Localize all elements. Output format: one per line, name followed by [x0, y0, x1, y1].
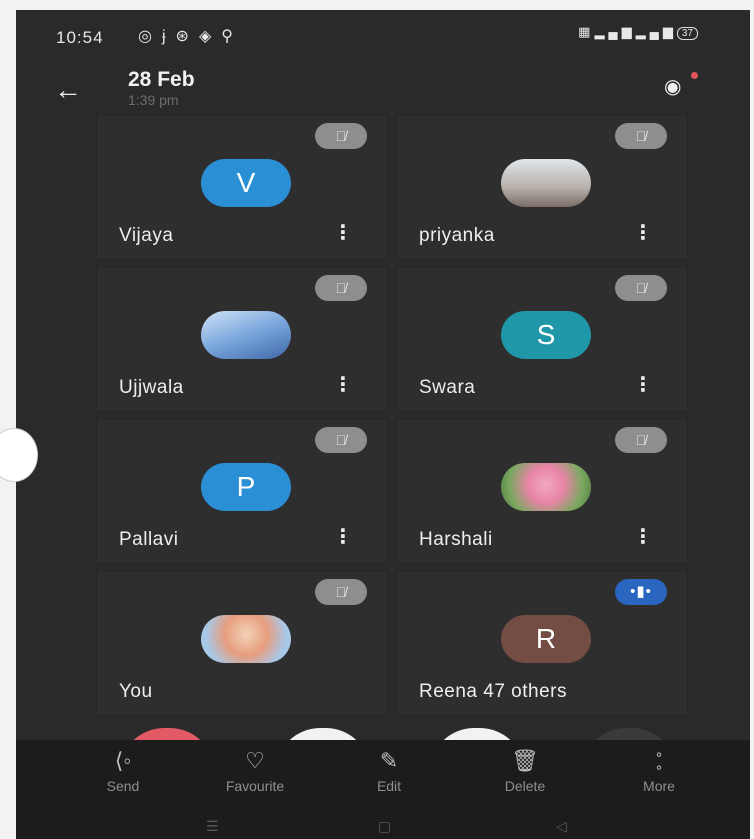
more-options-icon[interactable]: ⋮: [333, 220, 353, 245]
avatar: V: [201, 159, 291, 207]
participant-tile[interactable]: •▮• R Reena 47 others: [396, 570, 688, 716]
participant-name: priyanka: [419, 225, 495, 246]
participant-tile[interactable]: 🎙̸ V Vijaya ⋮: [96, 114, 388, 260]
mic-muted-icon: 🎙̸: [615, 123, 667, 149]
screenshot-time: 1:39 pm: [128, 92, 179, 108]
participant-tile[interactable]: 🎙̸ You: [96, 570, 388, 716]
participant-name: Pallavi: [119, 529, 179, 550]
participant-name: Reena 47 others: [419, 681, 567, 702]
mic-muted-icon: 🎙̸: [615, 427, 667, 453]
accessibility-icon: ⚲: [221, 28, 243, 45]
avatar: [201, 311, 291, 359]
delete-label: Delete: [504, 778, 546, 794]
camera-effects-icon[interactable]: ◉: [664, 72, 698, 98]
speaking-indicator-icon: •▮•: [615, 579, 667, 605]
signal-4g-icon: ▂▄▆: [594, 24, 636, 39]
bottom-action-bar: ⟨◦ Send ♡ Favourite ✎ Edit 🗑 Delete ∘ ∘ M…: [16, 740, 750, 839]
screenshot-date: 28 Feb: [128, 68, 195, 91]
participant-name: Ujjwala: [119, 377, 184, 398]
whatsapp-icon: ◎: [138, 28, 162, 45]
edit-label: Edit: [376, 778, 402, 794]
network-icon: ⊛: [175, 28, 199, 45]
delete-button[interactable]: 🗑 Delete: [470, 748, 580, 794]
volte-icon: ▦: [578, 24, 595, 39]
avatar: [501, 159, 591, 207]
more-dots-icon: ∘ ∘: [654, 746, 664, 775]
participant-tile[interactable]: 🎙̸ Ujjwala ⋮: [96, 266, 388, 412]
participant-tile[interactable]: 🎙̸ S Swara ⋮: [396, 266, 688, 412]
participant-name: Harshali: [419, 529, 493, 550]
participant-tile[interactable]: 🎙̸ Harshali ⋮: [396, 418, 688, 564]
send-label: Send: [106, 778, 140, 794]
participant-name: Vijaya: [119, 225, 174, 246]
signal-icon: ▂▄▆: [635, 24, 677, 39]
status-notification-icons: ◎ɉ⊛◈⚲: [138, 26, 243, 46]
back-arrow-icon[interactable]: ←: [54, 74, 82, 106]
favourite-label: Favourite: [225, 778, 285, 794]
top-app-bar: ← 28 Feb 1:39 pm ◉: [16, 66, 750, 116]
avatar: [501, 463, 591, 511]
heart-icon: ♡: [245, 748, 265, 773]
participant-tile[interactable]: 🎙̸ P Pallavi ⋮: [96, 418, 388, 564]
more-options-icon[interactable]: ⋮: [333, 372, 353, 397]
back-nav-icon[interactable]: ◁: [556, 818, 567, 835]
mic-muted-icon: 🎙̸: [615, 275, 667, 301]
mic-muted-icon: 🎙̸: [315, 123, 367, 149]
mic-muted-icon: 🎙̸: [315, 579, 367, 605]
edit-button[interactable]: ✎ Edit: [334, 748, 444, 794]
recents-icon[interactable]: ☰: [206, 818, 219, 835]
mic-muted-icon: 🎙̸: [315, 427, 367, 453]
system-navigation-bar: ☰ ▢ ◁: [16, 818, 750, 839]
more-options-icon[interactable]: ⋮: [333, 524, 353, 549]
more-button[interactable]: ∘ ∘ More: [604, 746, 714, 794]
participant-name: Swara: [419, 377, 476, 398]
avatar: P: [201, 463, 291, 511]
participant-name: You: [119, 681, 153, 702]
edit-icon: ✎: [379, 748, 399, 773]
phone-screen: 10:54 ◎ɉ⊛◈⚲ ▦▂▄▆▂▄▆ 37 ← 28 Feb 1:39 pm ◉…: [16, 10, 750, 839]
avatar: S: [501, 311, 591, 359]
more-options-icon[interactable]: ⋮: [633, 220, 653, 245]
home-icon[interactable]: ▢: [378, 818, 391, 835]
more-options-icon[interactable]: ⋮: [633, 372, 653, 397]
trash-icon: 🗑: [511, 748, 539, 773]
more-options-icon[interactable]: ⋮: [633, 524, 653, 549]
status-time: 10:54: [56, 28, 104, 47]
share-icon: ⟨◦: [114, 748, 132, 773]
jio-icon: ɉ: [161, 28, 176, 45]
mic-muted-icon: 🎙̸: [315, 275, 367, 301]
avatar: R: [501, 615, 591, 663]
more-label: More: [643, 778, 675, 794]
send-button[interactable]: ⟨◦ Send: [68, 748, 178, 794]
participant-tile[interactable]: 🎙̸ priyanka ⋮: [396, 114, 688, 260]
status-bar: 10:54 ◎ɉ⊛◈⚲ ▦▂▄▆▂▄▆ 37: [16, 10, 750, 66]
notification-dot: [691, 72, 698, 79]
status-system-icons: ▦▂▄▆▂▄▆ 37: [578, 24, 698, 40]
chrome-icon: ◈: [198, 28, 222, 45]
favourite-button[interactable]: ♡ Favourite: [200, 748, 310, 794]
battery-icon: 37: [676, 27, 698, 40]
avatar: [201, 615, 291, 663]
